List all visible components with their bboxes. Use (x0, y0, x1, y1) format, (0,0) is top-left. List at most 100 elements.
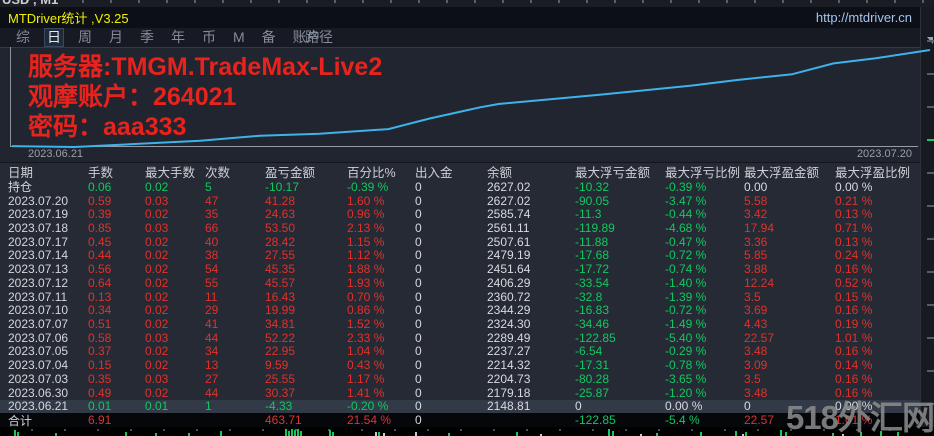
cell: 0 (415, 290, 487, 304)
table-row-total[interactable]: 合计6.91463.7121.54 %0-122.85-5.4 %22.571.… (0, 413, 922, 427)
table-row[interactable]: 2023.07.170.450.024028.421.15 %02507.61-… (0, 235, 922, 249)
cell: -0.39 % (347, 180, 415, 194)
cell: -11.88 (575, 235, 665, 249)
cell: 12.24 (744, 276, 835, 290)
menu-item-1[interactable]: 日 (45, 29, 63, 46)
cell: 0 (415, 317, 487, 331)
table-row[interactable]: 2023.07.190.390.023524.630.96 %02585.74-… (0, 207, 922, 221)
cell: -0.39 % (665, 180, 744, 194)
cell: 0.44 (88, 248, 145, 262)
volume-tick (415, 432, 417, 436)
screen: USD , M1 MTDriver统计 ,V3.25 http://mtdriv… (0, 0, 934, 436)
cell: 34 (205, 344, 265, 358)
cell: 34.81 (265, 317, 347, 331)
cell: 0.13 % (835, 235, 922, 249)
table-row[interactable]: 2023.07.060.580.034452.222.33 %02289.49-… (0, 331, 922, 345)
cell: 0.02 (145, 248, 205, 262)
table-row[interactable]: 2023.07.050.370.023422.951.04 %02237.27-… (0, 345, 922, 359)
row-date-label: 2023.07.12 (8, 276, 88, 290)
table-row[interactable]: 2023.07.120.640.025545.571.93 %02406.29-… (0, 276, 922, 290)
table-row[interactable]: 持仓0.060.025-10.17-0.39 %02627.02-10.32-0… (0, 180, 922, 194)
table-row[interactable]: 2023.06.210.010.011-4.33-0.20 %02148.810… (0, 400, 922, 414)
cell: 3.5 (744, 372, 835, 386)
menu-item-4[interactable]: 季 (138, 29, 156, 46)
cell: 0 (415, 207, 487, 221)
column-header-1: 手数 (88, 162, 145, 181)
cell: 0.71 % (835, 221, 922, 235)
cell: 2324.30 (487, 317, 575, 331)
menu-item-6[interactable]: 币 (200, 29, 218, 46)
cell: 3.88 (744, 262, 835, 276)
cell: -119.89 (575, 221, 665, 235)
row-date-label: 2023.07.04 (8, 358, 88, 372)
menu-item-2[interactable]: 周 (76, 29, 94, 46)
table-row[interactable]: 2023.07.200.590.034741.281.60 %02627.02-… (0, 194, 922, 208)
cell: 16.43 (265, 290, 347, 304)
cell: -122.85 (575, 331, 665, 345)
cell: -80.28 (575, 372, 665, 386)
cell: 1.88 % (347, 262, 415, 276)
table-row[interactable]: 2023.07.110.130.021116.430.70 %02360.72-… (0, 290, 922, 304)
cell: 463.71 (265, 413, 347, 427)
cell: 4.43 (744, 317, 835, 331)
cell: -4.68 % (665, 221, 744, 235)
menu-item-5[interactable]: 年 (169, 29, 187, 46)
cell: 0.96 % (347, 207, 415, 221)
price-ruler-tick (927, 370, 934, 372)
column-header-10: 最大浮盈金额 (744, 162, 835, 181)
cell: 0.52 % (835, 276, 922, 290)
cell: 2585.74 (487, 207, 575, 221)
cell: 45.57 (265, 276, 347, 290)
menu-item-7[interactable]: M (231, 29, 247, 46)
row-date-label: 2023.07.10 (8, 303, 88, 317)
cell: 0.64 (88, 276, 145, 290)
menu-item-3[interactable]: 月 (107, 29, 125, 46)
cell: -5.4 % (665, 413, 744, 427)
menu-item-path[interactable]: 路径 (303, 29, 335, 46)
cell: 0.45 (88, 235, 145, 249)
cell: 0.37 (88, 344, 145, 358)
cell: 2.13 % (347, 221, 415, 235)
cell: -25.87 (575, 386, 665, 400)
cell: 0.02 (145, 235, 205, 249)
cell: 54 (205, 262, 265, 276)
row-date-label: 2023.07.20 (8, 194, 88, 208)
table-row[interactable]: 2023.07.040.150.02139.590.43 %02214.32-1… (0, 358, 922, 372)
cell: 5 (205, 180, 265, 194)
volume-tick (735, 431, 737, 436)
table-row[interactable]: 2023.06.300.490.024430.371.41 %02179.18-… (0, 386, 922, 400)
volume-tick (332, 432, 334, 436)
row-date-label: 2023.07.05 (8, 344, 88, 358)
price-ruler-tick (927, 238, 934, 240)
cell: 0.03 (145, 221, 205, 235)
cell: 0.59 (88, 194, 145, 208)
menu-items: 综日周月季年币M备账户 (0, 29, 323, 46)
cell: 0.43 % (347, 358, 415, 372)
table-row[interactable]: 2023.07.030.350.032725.551.17 %02204.73-… (0, 372, 922, 386)
cell: 2627.02 (487, 194, 575, 208)
cell: 2344.29 (487, 303, 575, 317)
cell: 0.02 (145, 358, 205, 372)
volume-tick (780, 430, 782, 436)
volume-tick (378, 432, 380, 436)
table-row[interactable]: 2023.07.070.510.024134.811.52 %02324.30-… (0, 317, 922, 331)
cell: 1.01 % (835, 331, 922, 345)
cell: -90.05 (575, 194, 665, 208)
cell: 1.41 % (347, 386, 415, 400)
table-row[interactable]: 2023.07.180.850.036653.502.13 %02561.11-… (0, 221, 922, 235)
cell: 30.37 (265, 386, 347, 400)
cell: 2507.61 (487, 235, 575, 249)
menu-item-8[interactable]: 备 (260, 29, 278, 46)
price-ruler-tick (927, 172, 934, 174)
cell: 0.13 (88, 290, 145, 304)
cell: 19.99 (265, 303, 347, 317)
cell: 0 (415, 262, 487, 276)
menu-item-0[interactable]: 综 (14, 29, 32, 46)
table-row[interactable]: 2023.07.140.440.023827.551.12 %02479.19-… (0, 249, 922, 263)
table-row[interactable]: 2023.07.130.560.025445.351.88 %02451.64-… (0, 262, 922, 276)
app-url-link[interactable]: http://mtdriver.cn (816, 10, 912, 25)
table-row[interactable]: 2023.07.100.340.022919.990.86 %02344.29-… (0, 303, 922, 317)
cell: 0.24 % (835, 248, 922, 262)
column-header-2: 最大手数 (145, 162, 205, 181)
cell: -1.49 % (665, 317, 744, 331)
